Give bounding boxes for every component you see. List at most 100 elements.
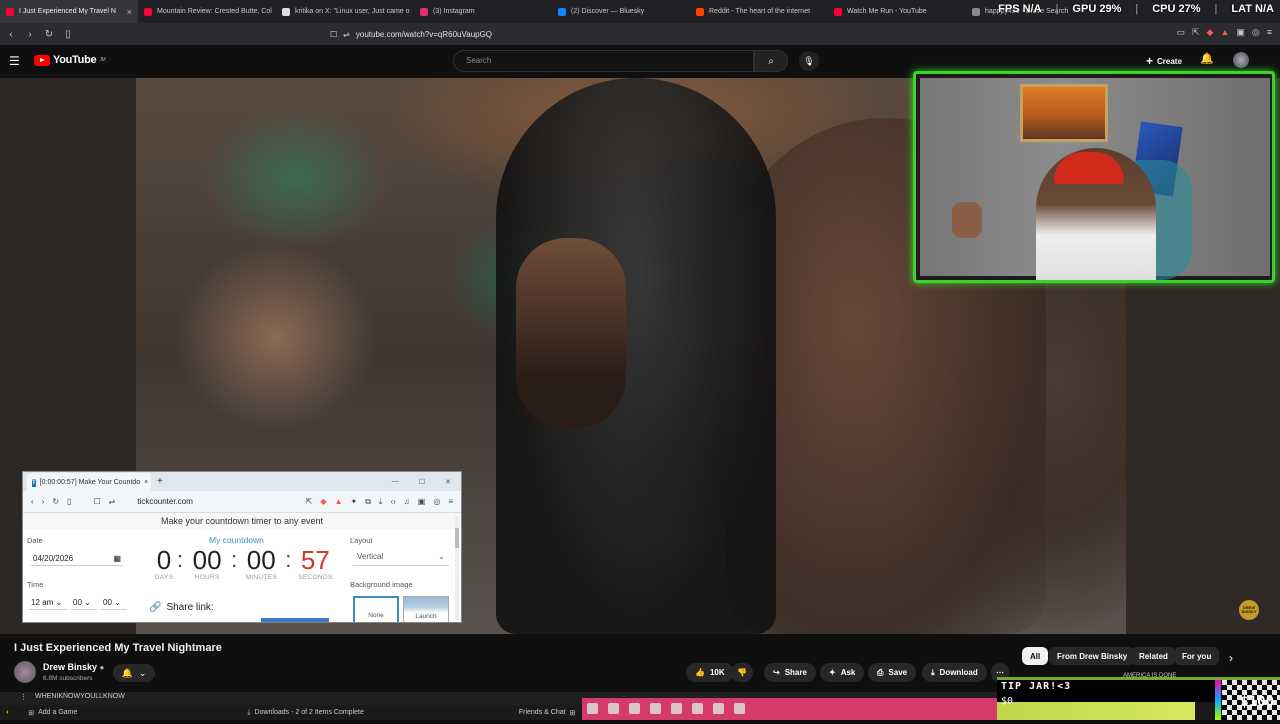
back-icon[interactable]: ‹ (31, 497, 34, 506)
tip-jar-widget: TIP JAR!<3 $0 $100 (997, 677, 1280, 720)
browser-tab[interactable]: (2) Discover — Bluesky (552, 0, 690, 23)
tickcounter-url[interactable]: tickcounter.com (137, 497, 193, 506)
tab-tickcounter[interactable]: T [0:00:00:57] Make Your Countdo × (27, 473, 151, 492)
chip-0[interactable]: All (1022, 647, 1049, 665)
search-input[interactable]: Search (453, 50, 754, 72)
scrollbar[interactable] (455, 516, 459, 620)
channel-name[interactable]: Drew Binsky ● (43, 662, 104, 672)
create-button[interactable]: + Create (1140, 52, 1188, 70)
tab-label: (3) Instagram (433, 8, 475, 15)
puzzle-icon[interactable]: ⧉ (365, 497, 371, 507)
brave-shield-icon[interactable]: ◆ (320, 497, 326, 507)
dislike-button[interactable]: 👎 (731, 663, 753, 682)
site-info-icon[interactable]: ⇌ (343, 30, 350, 39)
save-button[interactable]: ⎙ Save (868, 663, 917, 682)
channel-avatar[interactable] (14, 661, 36, 683)
add-game-button[interactable]: Add a Game (38, 709, 77, 716)
url-field[interactable]: ☐ ⇌ youtube.com/watch?v=qR60uVaupGQ (330, 26, 930, 42)
like-button[interactable]: 👍 10K (686, 663, 734, 682)
webcam-overlay (913, 71, 1275, 283)
share-link[interactable]: 🔗 Share link: (149, 602, 214, 613)
ask-button[interactable]: ✦ Ask (820, 663, 865, 682)
brave-shield-icon[interactable]: ◆ (1207, 27, 1214, 38)
seconds-value: 57 (300, 545, 330, 575)
date-field[interactable]: 04/20/2026 ▦ (31, 552, 123, 566)
bg-none-option[interactable]: None (353, 596, 399, 622)
bg-launch-option[interactable]: Launch (403, 596, 449, 622)
microphone-icon[interactable]: 🎙 (799, 51, 819, 71)
youtube-logo[interactable]: YouTube JM (34, 54, 106, 66)
vpn-icon[interactable]: ◎ (1252, 27, 1260, 38)
channel-watermark[interactable]: DREW BINSKY (1239, 600, 1259, 620)
chip-1[interactable]: From Drew Binsky (1049, 647, 1136, 665)
reload-icon[interactable]: ↻ (41, 26, 57, 42)
sidebar-icon[interactable]: ▯ (67, 497, 71, 506)
settings-icon[interactable] (650, 703, 661, 714)
music-icon[interactable]: ♫ (404, 497, 410, 507)
reload-icon[interactable]: ↻ (52, 497, 59, 506)
minute-select[interactable]: 00 ⌄ (71, 596, 97, 610)
menu-icon[interactable]: ≡ (1267, 27, 1272, 38)
close-icon[interactable]: × (144, 479, 148, 486)
friends-chat-button[interactable]: Friends & Chat (519, 709, 566, 716)
related-preview[interactable]: ⋮ WHENIKNOWYOULLKNOW (20, 693, 125, 701)
chat-icon: ⊞ (569, 709, 576, 717)
search-icon[interactable]: ⌕ (754, 50, 788, 72)
browser-tab[interactable]: Watch Me Run - YouTube (828, 0, 966, 23)
forward-icon[interactable]: › (22, 26, 38, 42)
layout-select[interactable]: Vertical ⌄ (353, 550, 449, 566)
tab-favicon-icon (558, 7, 566, 16)
rewards-icon[interactable]: ▲ (335, 497, 343, 507)
chevron-down-icon: ⌄ (438, 552, 445, 561)
extension-icon[interactable]: ✦ (350, 497, 357, 507)
browser-tab[interactable]: kritika on X: "Linux user, Just came o (276, 0, 414, 23)
chevron-right-icon[interactable]: › (1229, 651, 1233, 665)
browser-tab[interactable]: I Just Experienced My Travel N × (0, 0, 138, 23)
code-icon[interactable]: ‹› (390, 497, 395, 507)
downloads-icon[interactable]: ⤓ (379, 497, 383, 507)
wallet-icon[interactable]: ▣ (418, 497, 426, 507)
menu-icon[interactable]: ≡ (448, 497, 453, 507)
chip-3[interactable]: For you (1174, 647, 1220, 665)
hamburger-menu-icon[interactable]: ☰ (9, 54, 20, 68)
browser-tab[interactable]: Reddit - The heart of the internet (690, 0, 828, 23)
brave-icon[interactable] (587, 703, 598, 714)
browser-tab[interactable]: Mountain Review: Crested Butte, Col (138, 0, 276, 23)
account-avatar[interactable] (1233, 52, 1249, 68)
close-icon[interactable]: × (127, 7, 132, 17)
discord-icon[interactable] (734, 703, 745, 714)
obs-icon[interactable] (629, 703, 640, 714)
back-icon[interactable]: ‹ (3, 26, 19, 42)
downloads-status[interactable]: Downloads - 2 of 2 Items Complete (255, 709, 364, 716)
new-tab-icon[interactable]: + (157, 476, 163, 487)
wallet-icon[interactable]: ▣ (1236, 27, 1245, 38)
share-button[interactable] (261, 618, 329, 622)
download-icon: ⤓ (931, 667, 935, 677)
steam-icon[interactable] (608, 703, 619, 714)
maximize-icon[interactable]: ☐ (419, 478, 425, 486)
forward-icon[interactable]: › (42, 497, 45, 506)
minimize-icon[interactable]: — (392, 478, 399, 486)
explorer-icon[interactable] (692, 703, 703, 714)
share-icon[interactable]: ⇱ (306, 497, 313, 507)
share-button[interactable]: ↪ Share (764, 663, 816, 682)
second-select[interactable]: 00 ⌄ (101, 596, 127, 610)
vpn-icon[interactable]: ◎ (433, 497, 440, 507)
link-icon: 🔗 (149, 602, 162, 613)
browser-tab[interactable]: (3) Instagram (414, 0, 552, 23)
cast-icon[interactable]: ▭ (1176, 27, 1185, 38)
notifications-bell-icon[interactable]: 🔔 (1200, 52, 1214, 65)
subscribe-bell-button[interactable]: 🔔 ⌄ (113, 664, 155, 682)
download-button[interactable]: ⤓ Download (922, 663, 987, 682)
chrome-icon[interactable] (671, 703, 682, 714)
site-info-icon[interactable]: ⇌ (109, 497, 116, 506)
hour-select[interactable]: 12 am ⌄ (29, 596, 67, 610)
sidebar-icon[interactable]: ▯ (60, 26, 76, 42)
share-icon[interactable]: ⇱ (1192, 27, 1200, 38)
bookmark-icon[interactable]: ☐ (93, 497, 100, 506)
close-window-icon[interactable]: ✕ (445, 478, 451, 486)
bookmark-icon[interactable]: ☐ (330, 30, 337, 39)
notes-icon[interactable] (713, 703, 724, 714)
chip-2[interactable]: Related (1131, 647, 1176, 665)
rewards-icon[interactable]: ▲ (1220, 27, 1229, 38)
